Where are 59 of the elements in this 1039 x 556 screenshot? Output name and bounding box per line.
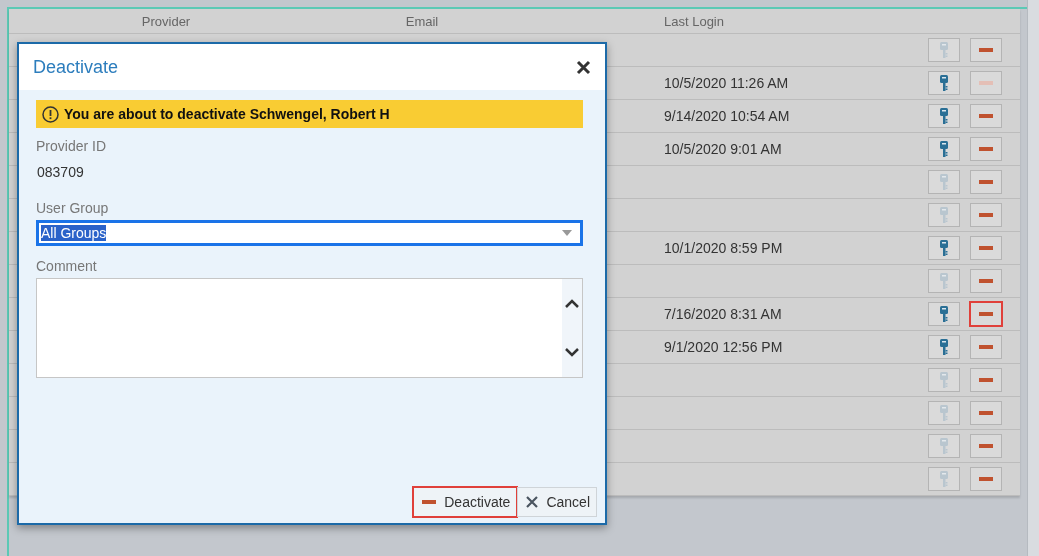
key-icon xyxy=(940,471,948,487)
deactivate-button[interactable] xyxy=(970,368,1002,392)
key-icon xyxy=(940,438,948,454)
deactivate-button[interactable] xyxy=(970,236,1002,260)
last-login-cell-text: 9/1/2020 12:56 PM xyxy=(663,339,784,355)
scroll-up-icon[interactable] xyxy=(565,299,579,308)
deactivate-button[interactable] xyxy=(970,302,1002,326)
dialog-title: Deactivate xyxy=(33,56,119,78)
key-icon xyxy=(940,174,948,190)
key-icon xyxy=(940,339,948,355)
last-login-cell-text: 9/14/2020 10:54 AM xyxy=(663,108,791,124)
deactivate-button[interactable] xyxy=(970,401,1002,425)
key-button[interactable] xyxy=(928,104,960,128)
deactivate-button[interactable]: Deactivate xyxy=(413,487,518,517)
column-header: Last Login xyxy=(663,13,725,29)
key-button[interactable] xyxy=(928,335,960,359)
deactivate-button[interactable] xyxy=(970,203,1002,227)
scroll-down-icon[interactable] xyxy=(565,348,579,357)
deactivate-button[interactable] xyxy=(970,269,1002,293)
cancel-button[interactable]: Cancel xyxy=(517,487,597,517)
last-login-cell-text: 10/1/2020 8:59 PM xyxy=(663,240,784,256)
field-label: Comment xyxy=(36,258,98,274)
key-icon xyxy=(940,273,948,289)
key-icon xyxy=(940,372,948,388)
warning-text: You are about to deactivate Schwengel, Robert H xyxy=(64,106,390,122)
minus-icon xyxy=(422,500,437,504)
key-button[interactable] xyxy=(928,71,960,95)
close-icon xyxy=(576,60,591,75)
user-group-select[interactable]: All Groups xyxy=(36,220,583,246)
key-icon xyxy=(940,141,948,157)
deactivate-button[interactable] xyxy=(970,434,1002,458)
dropdown-caret-icon xyxy=(562,230,572,236)
deactivate-button[interactable] xyxy=(970,38,1002,62)
deactivate-button[interactable] xyxy=(970,467,1002,491)
key-icon xyxy=(940,306,948,322)
key-icon xyxy=(940,207,948,223)
deactivate-button[interactable] xyxy=(970,335,1002,359)
last-login-cell-text: 10/5/2020 9:01 AM xyxy=(663,141,783,157)
key-icon xyxy=(940,405,948,421)
warning-icon xyxy=(42,105,59,123)
last-login-cell-text: 10/5/2020 11:26 AM xyxy=(663,75,790,91)
column-header: Email xyxy=(404,13,440,29)
field-label: Provider ID xyxy=(36,138,108,154)
key-icon xyxy=(940,108,948,124)
key-icon xyxy=(940,240,948,256)
key-button[interactable] xyxy=(928,236,960,260)
deactivate-button[interactable] xyxy=(970,137,1002,161)
key-icon xyxy=(940,75,948,91)
column-header: Provider xyxy=(140,13,192,29)
last-login-cell-text: 7/16/2020 8:31 AM xyxy=(663,306,783,322)
close-icon xyxy=(526,496,539,508)
deactivate-button[interactable] xyxy=(970,104,1002,128)
deactivate-button[interactable] xyxy=(970,170,1002,194)
provider-id-value: 083709 xyxy=(37,164,85,180)
key-button[interactable] xyxy=(928,302,960,326)
key-button[interactable] xyxy=(928,137,960,161)
comment-field[interactable] xyxy=(36,278,583,378)
key-icon xyxy=(940,42,948,58)
field-label: User Group xyxy=(36,200,110,216)
